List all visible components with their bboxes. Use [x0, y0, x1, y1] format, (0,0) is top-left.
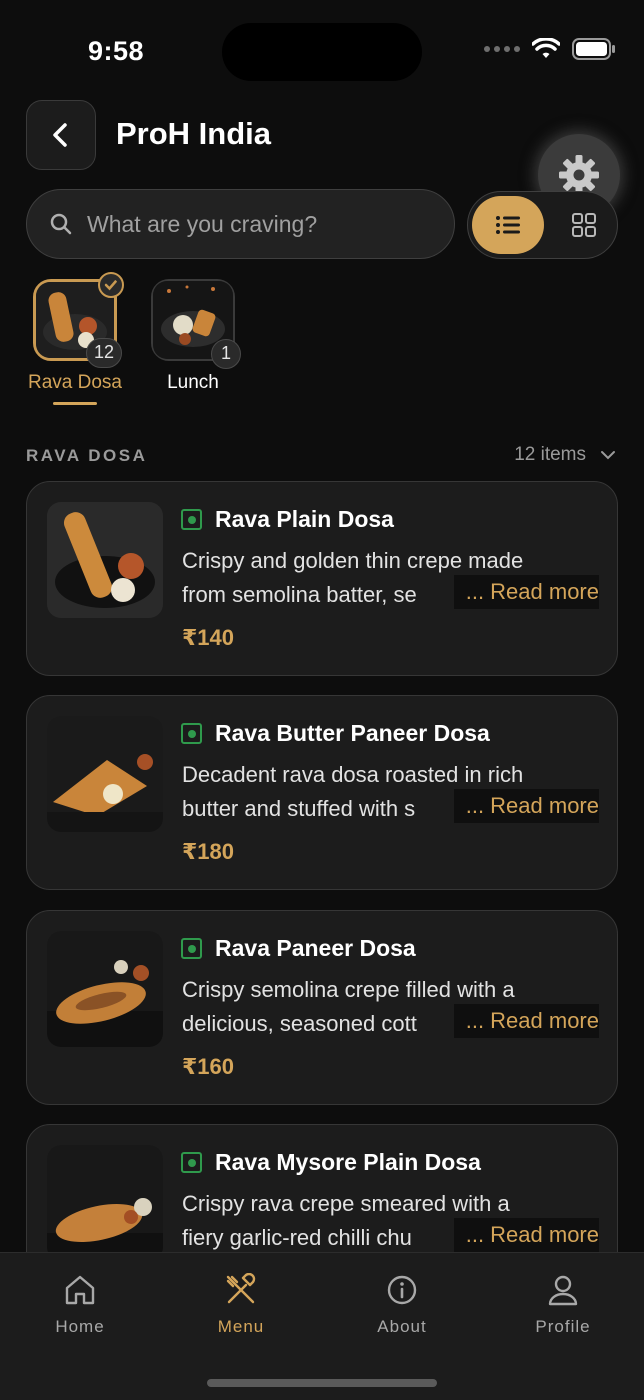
page-title: ProH India [116, 116, 272, 151]
tab-label: About [377, 1317, 427, 1336]
category-rava-dosa[interactable]: 12 Rava Dosa [27, 272, 124, 405]
dish-image [47, 716, 163, 832]
list-view-button[interactable] [472, 196, 544, 254]
category-count-badge: 1 [211, 339, 241, 369]
read-more-link[interactable]: ... Read more [453, 789, 599, 823]
category-image: 1 [151, 279, 241, 369]
menu-item-card[interactable]: Rava Paneer Dosa Crispy semolina crepe f… [26, 910, 618, 1105]
battery-icon [572, 38, 615, 60]
read-more-link[interactable]: ... Read more [453, 575, 599, 609]
search-input[interactable] [87, 210, 417, 238]
dish-image [47, 1145, 163, 1261]
status-time: 9:58 [88, 36, 145, 66]
dish-image [47, 931, 163, 1047]
category-label: Rava Dosa [28, 372, 122, 393]
read-more-link[interactable]: ... Read more [453, 1004, 599, 1038]
grid-icon [572, 213, 596, 237]
grid-view-button[interactable] [556, 196, 612, 254]
chevron-down-icon [601, 451, 615, 460]
fork-knife-icon [226, 1273, 256, 1304]
menu-item-card[interactable]: Rava Butter Paneer Dosa Decadent rava do… [26, 695, 618, 890]
section-title: RAVA DOSA [26, 446, 148, 465]
category-label: Lunch [167, 372, 219, 393]
view-toggle [467, 191, 618, 259]
bottom-tab-bar: Home Menu About Profile [0, 1252, 644, 1400]
category-lunch[interactable]: 1 Lunch [145, 279, 241, 394]
tab-home[interactable]: Home [20, 1273, 140, 1337]
item-name: Rava Mysore Plain Dosa [215, 1149, 481, 1175]
tab-profile[interactable]: Profile [503, 1273, 623, 1337]
item-price: ₹180 [182, 839, 235, 864]
section-item-count: 12 items [514, 444, 586, 465]
category-image: 12 [33, 272, 124, 368]
category-count-badge: 12 [85, 338, 122, 368]
search-icon [50, 213, 72, 235]
veg-mark-icon [181, 723, 202, 744]
tab-menu[interactable]: Menu [181, 1273, 301, 1337]
item-name: Rava Plain Dosa [215, 506, 394, 532]
menu-item-card[interactable]: Rava Plain Dosa Crispy and golden thin c… [26, 481, 618, 676]
home-indicator [207, 1379, 437, 1387]
tab-label: Menu [217, 1317, 265, 1336]
item-price: ₹140 [182, 625, 235, 650]
home-icon [65, 1275, 95, 1305]
read-more-link[interactable]: ... Read more [453, 1218, 599, 1252]
veg-mark-icon [181, 938, 202, 959]
section-collapse-toggle[interactable]: 12 items [514, 444, 616, 466]
item-name: Rava Paneer Dosa [215, 935, 416, 961]
veg-mark-icon [181, 509, 202, 530]
status-indicators [484, 38, 616, 60]
info-icon [387, 1275, 417, 1305]
list-icon [496, 216, 520, 234]
wifi-icon [532, 38, 560, 58]
chevron-left-icon [53, 123, 67, 147]
dish-image [47, 502, 163, 618]
veg-mark-icon [181, 1152, 202, 1173]
tab-label: Profile [535, 1317, 591, 1336]
cellular-signal-icon [484, 46, 520, 52]
item-name: Rava Butter Paneer Dosa [215, 720, 490, 746]
check-icon [98, 272, 124, 298]
dynamic-island [222, 23, 422, 81]
tab-about[interactable]: About [342, 1273, 462, 1337]
tab-label: Home [55, 1317, 105, 1336]
active-category-indicator [53, 402, 97, 405]
item-price: ₹160 [182, 1054, 235, 1079]
search-bar[interactable] [26, 189, 455, 259]
back-button[interactable] [26, 100, 96, 170]
user-icon [548, 1275, 578, 1306]
